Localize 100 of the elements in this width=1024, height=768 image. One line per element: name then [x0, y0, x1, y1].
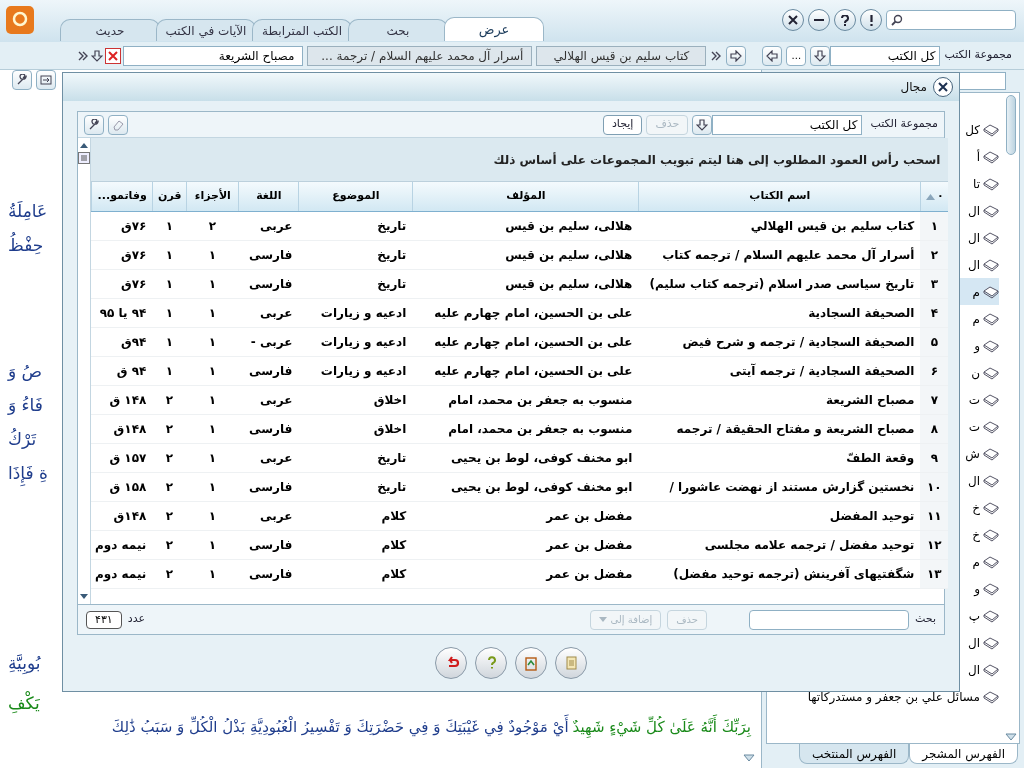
collection-label: مجموعة الكتب	[944, 47, 1012, 64]
table-cell-text: ۱۴۸ ق	[108, 392, 148, 409]
count-label: عدد	[127, 611, 145, 628]
text-fragment: يَكْفِ	[8, 690, 40, 715]
table-cell-text: كلام	[380, 566, 408, 584]
table-cell-text: فارسى	[248, 276, 294, 293]
table-cell-text: فارسى	[248, 363, 294, 380]
table-cell-text: مفضل بن عمر	[544, 566, 634, 583]
table-cell-text: توحيد المفضل	[828, 508, 916, 526]
verse-text: بِرَبِّكَ أَنَّهُ عَلَىٰ كُلِّ شَيْءٍ شَهِيدٌ	[572, 716, 751, 739]
table-cell-text: فارسى	[248, 566, 294, 583]
table-cell-text: توحيد مفضل / ترجمه علامه مجلسى	[703, 537, 916, 555]
table-cell-text: ۲	[164, 450, 174, 467]
table-cell-text: تاريخ	[376, 276, 408, 293]
text-fragment: ةِ فَإِذَا	[8, 460, 48, 486]
table-cell-text: ۲	[164, 392, 174, 409]
table-cell-text: نيمه دوم	[94, 537, 148, 555]
table-cell-text: ۱	[207, 566, 217, 583]
table-cell-text: ۱	[207, 450, 217, 467]
table-cell-text: ۲	[164, 508, 174, 525]
table-cell-text: كلام	[380, 537, 408, 555]
table-cell-text: ۱	[207, 537, 217, 554]
table-cell-text: ۹۴ق	[119, 334, 148, 351]
table-cell-text: ۱	[164, 276, 174, 293]
table-cell-text: فارسى	[248, 537, 294, 554]
table-cell-text: ۱۴۸ق	[112, 421, 148, 438]
table-cell-text: ۲	[164, 479, 174, 496]
table-cell-text: نيمه دوم	[94, 566, 148, 584]
table-cell-text: ۱	[164, 218, 174, 235]
table-cell-text: على بن الحسين، امام چهارم عليه	[433, 334, 634, 352]
table-cell-text: ۱۵۸ ق	[108, 479, 148, 496]
table-cell-text: منسوب به جعفر بن محمد، امام	[447, 421, 634, 439]
table-cell-text: عربى -	[249, 334, 294, 351]
table-cell-text: ۱	[207, 479, 217, 496]
table-cell-text: اخلاق	[372, 392, 408, 409]
table-cell-text: ۲	[164, 537, 174, 554]
table-cell-text: الصحيفة السجادية	[807, 305, 916, 322]
table-cell-text: كتاب سليم بن قيس الهلالي	[749, 218, 916, 235]
table-cell-text: اخلاق	[372, 421, 408, 438]
table-cell-text: الصحيفة السجادية / ترجمه آيتى	[728, 362, 916, 380]
table-cell-text: منسوب به جعفر بن محمد، امام	[447, 392, 634, 410]
table-cell-text: تاريخ سياسى صدر اسلام (ترجمه كتاب سليم)	[648, 276, 916, 294]
table-cell-text: ادعيه و زيارات	[319, 363, 408, 381]
table-cell-text: ابو مخنف كوفى، لوط بن يحيى	[449, 450, 634, 468]
table-cell-text: ۱	[164, 247, 174, 264]
text-fragment: بُوبِيَّةِ	[8, 652, 41, 676]
table-cell: ۵	[920, 328, 949, 356]
table-cell-text: مفضل بن عمر	[544, 537, 634, 554]
table-cell-text: نخستين گزارش مستند از نهضت عاشورا /	[668, 479, 916, 497]
count-value: ۴۳۱	[86, 610, 122, 629]
table-cell-text: ادعيه و زيارات	[319, 305, 408, 323]
table-cell-text: ۱	[207, 392, 217, 409]
verse-text: أَيْ مَوْجُودٌ فِي غَيْبَتِكَ وَ فِي حَضْرَتِكَ وَ تَفْسِيرُ الْعُبُودِيَّةِ بَذْلُ الْكُلِّ وَ سَبَبُ ذَٰلِكَ	[111, 716, 569, 739]
table-cell-text: ۱	[207, 276, 217, 293]
table-cell-text: تاريخ	[376, 450, 408, 467]
table-cell-text: ۱۴۸ق	[112, 508, 148, 525]
table-cell-text: ۹۴ يا ۹۵	[98, 305, 148, 322]
table-cell: ۸	[920, 415, 949, 443]
table-cell-text: فارسى	[248, 247, 294, 264]
table-cell-text: هلالى، سليم بن قيس	[504, 247, 634, 264]
table-cell: ۱	[920, 212, 949, 240]
table-cell-text: على بن الحسين، امام چهارم عليه	[433, 363, 634, 381]
table-cell-text: تاريخ	[376, 247, 408, 264]
table-cell-text: عربى	[259, 305, 294, 322]
table-cell: ۶	[920, 357, 949, 385]
table-cell: ۲	[920, 241, 949, 269]
text-fragment: فَاءُ وَ	[8, 394, 43, 417]
text-fragment: عَامِلَةُ	[8, 200, 48, 223]
table-cell: ۴	[920, 299, 949, 327]
column-header-text: وفاتمو...	[97, 188, 147, 205]
table-cell-text: كلام	[380, 508, 408, 526]
table-cell-text: ۱	[164, 363, 174, 380]
table-cell-text: ابو مخنف كوفى، لوط بن يحيى	[449, 479, 634, 497]
table-cell: ۳	[920, 270, 949, 298]
table-cell-text: ۷۶ق	[119, 218, 148, 235]
table-cell-text: ۱	[164, 305, 174, 322]
table-cell-text: الصحيفة السجادية / ترجمه و شرح فيض	[681, 334, 916, 352]
table-cell-text: هلالى، سليم بن قيس	[504, 218, 634, 235]
table-cell-text: ۱۵۷ ق	[108, 450, 148, 467]
table-cell-text: ۱	[207, 508, 217, 525]
table-cell-text: ۲	[207, 218, 217, 235]
table-cell-text: ادعيه و زيارات	[319, 334, 408, 352]
collection-label: مجموعة الكتب	[870, 116, 938, 133]
table-cell: ۷	[920, 386, 949, 414]
table-cell-text: عربى	[259, 392, 294, 409]
table-cell: ۱۱	[920, 502, 949, 530]
search-label: بحث	[915, 611, 936, 628]
dialog-title: مجال	[900, 79, 927, 96]
table-cell-text: مصباح الشريعة و مفتاح الحقيقة / ترجمه	[675, 421, 916, 439]
text-fragment: حِفْظُ	[8, 232, 44, 258]
table-cell-text: ۱	[207, 334, 217, 351]
table-cell: ۱۰	[920, 473, 949, 501]
table-cell-text: عربى	[259, 508, 294, 525]
table-cell-text: هلالى، سليم بن قيس	[504, 276, 634, 293]
table-cell-text: ۷۶ق	[119, 276, 148, 293]
table-cell-text: شگفتيهاى آفرينش (ترجمه توحيد مفضل)	[672, 565, 916, 584]
table-cell-text: أسرار آل محمد عليهم السلام / ترجمه كتاب	[661, 246, 916, 265]
table-cell-text: ۱	[207, 305, 217, 322]
text-fragment: تَرْكُ	[8, 427, 37, 451]
table-cell-text: وقعة الطفّ	[845, 450, 916, 468]
